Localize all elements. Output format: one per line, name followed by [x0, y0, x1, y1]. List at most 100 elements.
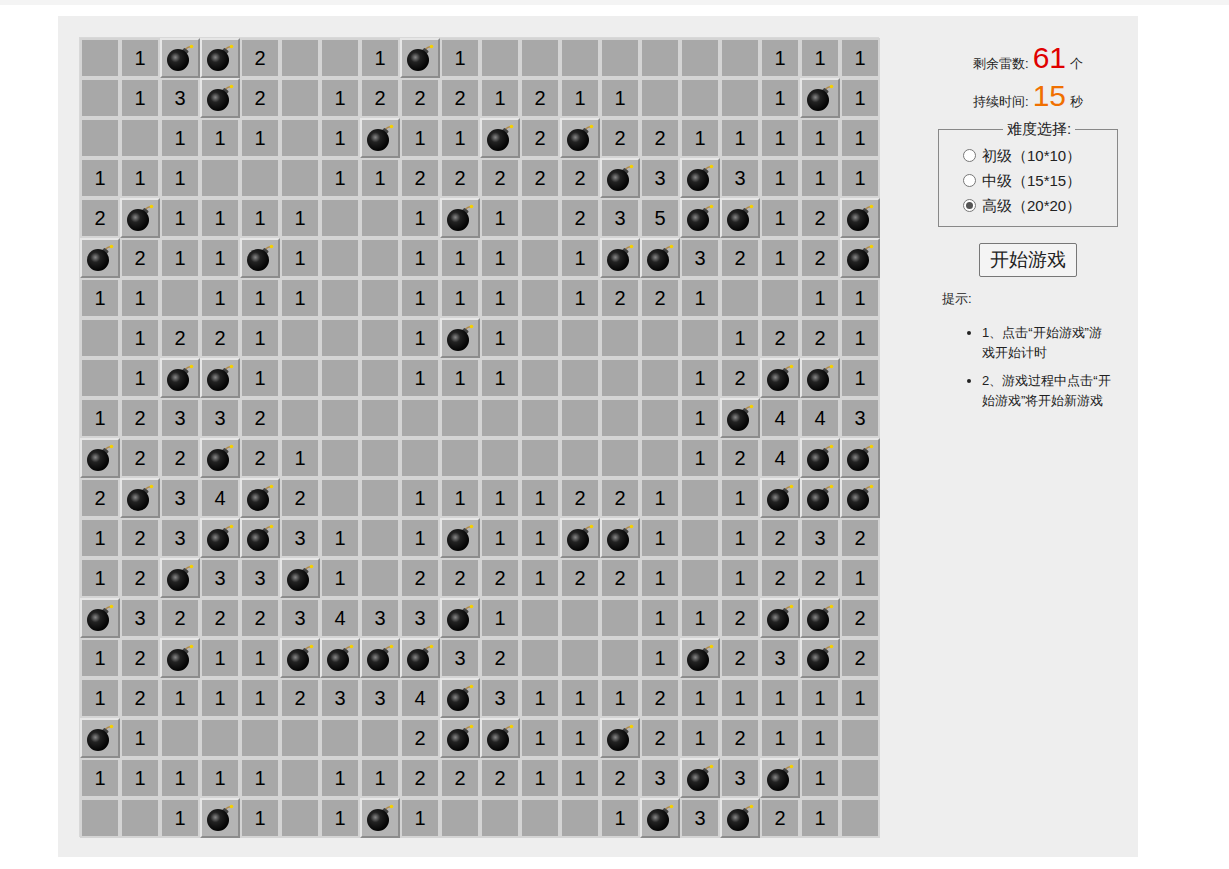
board-cell[interactable]: 1 — [640, 518, 680, 558]
board-cell[interactable]: 2 — [640, 118, 680, 158]
board-cell[interactable]: 1 — [560, 758, 600, 798]
radio-icon[interactable] — [963, 199, 976, 212]
mine-cell[interactable] — [440, 318, 480, 358]
mine-cell[interactable] — [160, 358, 200, 398]
mine-cell[interactable] — [120, 198, 160, 238]
mine-cell[interactable] — [600, 158, 640, 198]
board-cell[interactable] — [520, 398, 560, 438]
board-cell[interactable]: 2 — [560, 558, 600, 598]
board-cell[interactable]: 1 — [840, 318, 880, 358]
mine-cell[interactable] — [80, 718, 120, 758]
mine-cell[interactable] — [320, 638, 360, 678]
mine-cell[interactable] — [360, 798, 400, 838]
board-cell[interactable] — [560, 38, 600, 78]
board-cell[interactable] — [360, 278, 400, 318]
start-button[interactable]: 开始游戏 — [979, 243, 1077, 278]
board-cell[interactable] — [400, 398, 440, 438]
mine-cell[interactable] — [160, 638, 200, 678]
board-cell[interactable]: 1 — [200, 758, 240, 798]
board-cell[interactable] — [280, 318, 320, 358]
board-cell[interactable] — [80, 118, 120, 158]
board-cell[interactable]: 2 — [400, 758, 440, 798]
board-cell[interactable]: 1 — [400, 238, 440, 278]
board-cell[interactable]: 2 — [640, 678, 680, 718]
mine-cell[interactable] — [200, 518, 240, 558]
board-cell[interactable]: 1 — [480, 78, 520, 118]
board-cell[interactable]: 1 — [360, 38, 400, 78]
mine-cell[interactable] — [680, 638, 720, 678]
board-cell[interactable]: 1 — [240, 798, 280, 838]
board-cell[interactable] — [280, 118, 320, 158]
board-cell[interactable] — [480, 438, 520, 478]
board-cell[interactable]: 3 — [280, 518, 320, 558]
board-cell[interactable]: 4 — [400, 678, 440, 718]
board-cell[interactable]: 2 — [760, 558, 800, 598]
board-cell[interactable]: 1 — [800, 678, 840, 718]
board-cell[interactable]: 2 — [800, 238, 840, 278]
board-cell[interactable]: 1 — [200, 238, 240, 278]
board-cell[interactable]: 2 — [120, 398, 160, 438]
board-cell[interactable]: 1 — [400, 478, 440, 518]
board-cell[interactable]: 1 — [120, 78, 160, 118]
mine-cell[interactable] — [200, 78, 240, 118]
board-cell[interactable]: 1 — [440, 358, 480, 398]
board-cell[interactable]: 1 — [440, 238, 480, 278]
board-cell[interactable]: 2 — [120, 438, 160, 478]
board-cell[interactable]: 1 — [120, 358, 160, 398]
board-cell[interactable] — [360, 558, 400, 598]
board-cell[interactable]: 1 — [520, 518, 560, 558]
mine-cell[interactable] — [560, 118, 600, 158]
board-cell[interactable]: 1 — [240, 758, 280, 798]
board-cell[interactable]: 2 — [600, 278, 640, 318]
mine-cell[interactable] — [280, 558, 320, 598]
board-cell[interactable] — [80, 78, 120, 118]
board-cell[interactable]: 2 — [120, 678, 160, 718]
board-cell[interactable]: 2 — [720, 358, 760, 398]
board-cell[interactable]: 2 — [600, 478, 640, 518]
board-cell[interactable]: 2 — [480, 558, 520, 598]
board-cell[interactable]: 1 — [560, 238, 600, 278]
board-cell[interactable]: 1 — [280, 438, 320, 478]
board-cell[interactable]: 1 — [240, 278, 280, 318]
mine-cell[interactable] — [440, 678, 480, 718]
board-cell[interactable]: 2 — [280, 678, 320, 718]
board-cell[interactable] — [320, 718, 360, 758]
board-cell[interactable]: 1 — [360, 158, 400, 198]
board-cell[interactable] — [160, 278, 200, 318]
board-cell[interactable]: 2 — [720, 238, 760, 278]
board-cell[interactable]: 1 — [840, 78, 880, 118]
board-cell[interactable]: 3 — [240, 558, 280, 598]
board-cell[interactable]: 2 — [400, 158, 440, 198]
board-cell[interactable]: 3 — [160, 398, 200, 438]
mine-cell[interactable] — [240, 238, 280, 278]
mine-cell[interactable] — [720, 398, 760, 438]
board-cell[interactable]: 3 — [160, 478, 200, 518]
board-cell[interactable]: 2 — [120, 518, 160, 558]
board-cell[interactable]: 1 — [80, 278, 120, 318]
mine-cell[interactable] — [800, 638, 840, 678]
mine-cell[interactable] — [200, 38, 240, 78]
board-cell[interactable]: 3 — [360, 598, 400, 638]
board-cell[interactable] — [280, 758, 320, 798]
board-cell[interactable] — [520, 598, 560, 638]
board-cell[interactable]: 1 — [600, 678, 640, 718]
board-cell[interactable]: 2 — [240, 438, 280, 478]
board-cell[interactable]: 1 — [600, 78, 640, 118]
board-cell[interactable] — [440, 438, 480, 478]
board-cell[interactable]: 3 — [280, 598, 320, 638]
board-cell[interactable]: 1 — [760, 718, 800, 758]
board-cell[interactable] — [360, 718, 400, 758]
board-cell[interactable]: 2 — [440, 78, 480, 118]
board-cell[interactable] — [680, 318, 720, 358]
board-cell[interactable]: 1 — [560, 278, 600, 318]
difficulty-option[interactable]: 高级（20*20） — [963, 193, 1093, 218]
board-cell[interactable] — [720, 278, 760, 318]
board-cell[interactable] — [280, 398, 320, 438]
board-cell[interactable]: 2 — [240, 398, 280, 438]
board-cell[interactable]: 1 — [120, 158, 160, 198]
board-cell[interactable]: 2 — [800, 318, 840, 358]
board-cell[interactable] — [600, 438, 640, 478]
mine-cell[interactable] — [200, 438, 240, 478]
board-cell[interactable]: 1 — [560, 78, 600, 118]
board-cell[interactable]: 3 — [800, 518, 840, 558]
